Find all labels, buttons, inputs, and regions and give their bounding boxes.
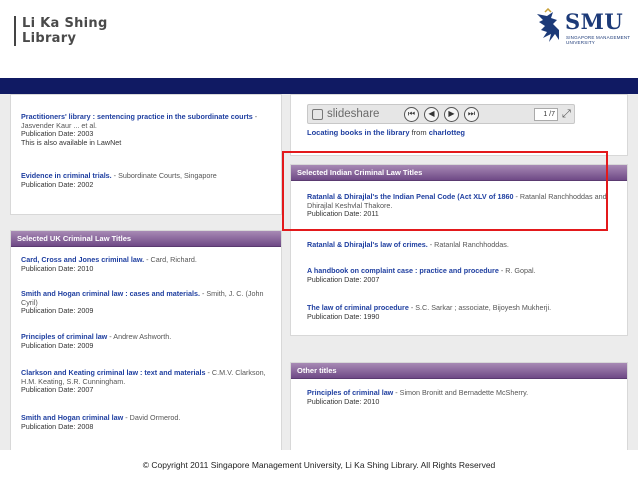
entry-publication-date: Publication Date: 2007 bbox=[307, 274, 380, 284]
entry-publication-date: Publication Date: 2009 bbox=[21, 306, 94, 316]
entry-author: - S.C. Sarkar ; associate, Bijoyesh Mukh… bbox=[408, 303, 552, 312]
entry-publication-date: Publication Date: 2007 bbox=[21, 385, 94, 395]
fullscreen-icon[interactable]: ⤢ bbox=[562, 108, 571, 121]
slide-content: Practitioners' library : sentencing prac… bbox=[0, 94, 638, 450]
entry-author: - R. Gopal. bbox=[498, 266, 536, 275]
entry-title-link[interactable]: Principles of criminal law bbox=[307, 388, 393, 397]
list-item: Ratanlal & Dhirajlal's law of crimes. - … bbox=[307, 240, 619, 250]
library-logo-line2: Library bbox=[22, 31, 77, 46]
uk-titles-panel: Selected UK Criminal Law Titles Card, Cr… bbox=[10, 230, 282, 450]
entry-title-link[interactable]: Evidence in criminal trials. bbox=[21, 171, 112, 180]
locating-books-link[interactable]: Locating books in the library bbox=[307, 128, 410, 137]
entry-title-link[interactable]: The law of criminal procedure bbox=[307, 303, 409, 312]
list-item: Practitioners' library : sentencing prac… bbox=[21, 112, 275, 147]
right-column: slideshare ⏮ ◀ ▶ ⏭ 1 /7 ⤢ Locating books… bbox=[290, 94, 628, 450]
page-footer: © Copyright 2011 Singapore Management Un… bbox=[0, 450, 638, 479]
entry-note: This is also available in LawNet bbox=[21, 137, 122, 147]
entry-author: - Ratanlal Ranchhoddas. bbox=[427, 240, 509, 249]
list-item: Principles of criminal law - Simon Broni… bbox=[307, 388, 619, 406]
entry-author: - Card, Richard. bbox=[144, 255, 197, 264]
navy-banner-bar bbox=[0, 78, 638, 94]
list-item: Smith and Hogan criminal law : cases and… bbox=[21, 289, 275, 316]
panel-title: Other titles bbox=[291, 363, 627, 379]
page-header: Li Ka Shing Library SMU SINGAPORE MANAGE… bbox=[0, 0, 638, 78]
library-logo-line1: Li Ka Shing bbox=[22, 16, 108, 31]
smu-wordmark: SMU bbox=[565, 9, 624, 34]
list-item: Evidence in criminal trials. - Subordina… bbox=[21, 171, 275, 189]
entry-title-link[interactable]: Ratanlal & Dhirajlal's law of crimes. bbox=[307, 240, 428, 249]
entry-title-link[interactable]: Card, Cross and Jones criminal law. bbox=[21, 255, 144, 264]
slideshare-logo-icon bbox=[312, 109, 323, 120]
slide-page-indicator[interactable]: 1 /7 bbox=[534, 108, 558, 121]
previous-slide-button[interactable]: ◀ bbox=[424, 107, 439, 122]
highlight-box bbox=[282, 151, 608, 231]
last-slide-button[interactable]: ⏭ bbox=[464, 107, 479, 122]
entry-publication-date: Publication Date: 2008 bbox=[21, 421, 94, 431]
list-item: A handbook on complaint case : practice … bbox=[307, 266, 619, 284]
list-item: Smith and Hogan criminal law - David Orm… bbox=[21, 413, 275, 431]
entry-author: - Simon Bronitt and Bernadette McSherry. bbox=[393, 388, 529, 397]
list-item: The law of criminal procedure - S.C. Sar… bbox=[307, 303, 619, 321]
left-column: Practitioners' library : sentencing prac… bbox=[10, 94, 282, 450]
slideshare-player: slideshare ⏮ ◀ ▶ ⏭ 1 /7 ⤢ bbox=[307, 104, 575, 124]
slideshare-panel: slideshare ⏮ ◀ ▶ ⏭ 1 /7 ⤢ Locating books… bbox=[290, 94, 628, 156]
entry-title-link[interactable]: Principles of criminal law bbox=[21, 332, 107, 341]
panel-title: Selected UK Criminal Law Titles bbox=[11, 231, 281, 247]
uploader-link[interactable]: charlotteg bbox=[429, 128, 465, 137]
entry-publication-date: Publication Date: 2010 bbox=[21, 263, 94, 273]
copyright-text: © Copyright 2011 Singapore Management Un… bbox=[142, 460, 496, 470]
entry-publication-date: Publication Date: 2010 bbox=[307, 396, 380, 406]
entry-author: - Andrew Ashworth. bbox=[107, 332, 172, 341]
list-item: Clarkson and Keating criminal law : text… bbox=[21, 368, 275, 395]
entry-publication-date: Publication Date: 2009 bbox=[21, 340, 94, 350]
entry-author: - Subordinate Courts, Singapore bbox=[111, 171, 217, 180]
caption-from: from bbox=[409, 128, 429, 137]
left-top-panel: Practitioners' library : sentencing prac… bbox=[10, 94, 282, 215]
entry-title-link[interactable]: Smith and Hogan criminal law bbox=[21, 413, 123, 422]
next-slide-button[interactable]: ▶ bbox=[444, 107, 459, 122]
list-item: Principles of criminal law - Andrew Ashw… bbox=[21, 332, 275, 350]
entry-title-link[interactable]: A handbook on complaint case : practice … bbox=[307, 266, 499, 275]
smu-subtitle-line2: UNIVERSITY bbox=[566, 40, 596, 45]
slideshare-caption: Locating books in the library from charl… bbox=[307, 128, 465, 137]
first-slide-button[interactable]: ⏮ bbox=[404, 107, 419, 122]
entry-author: - David Ormerod. bbox=[123, 413, 181, 422]
other-titles-panel: Other titles Principles of criminal law … bbox=[290, 362, 628, 450]
library-logo-bar bbox=[14, 16, 16, 46]
list-item: Card, Cross and Jones criminal law. - Ca… bbox=[21, 255, 275, 273]
entry-publication-date: Publication Date: 2002 bbox=[21, 179, 94, 189]
entry-title-link[interactable]: Smith and Hogan criminal law : cases and… bbox=[21, 289, 200, 298]
slideshare-brand: slideshare bbox=[327, 108, 380, 120]
entry-publication-date: Publication Date: 1990 bbox=[307, 311, 380, 321]
